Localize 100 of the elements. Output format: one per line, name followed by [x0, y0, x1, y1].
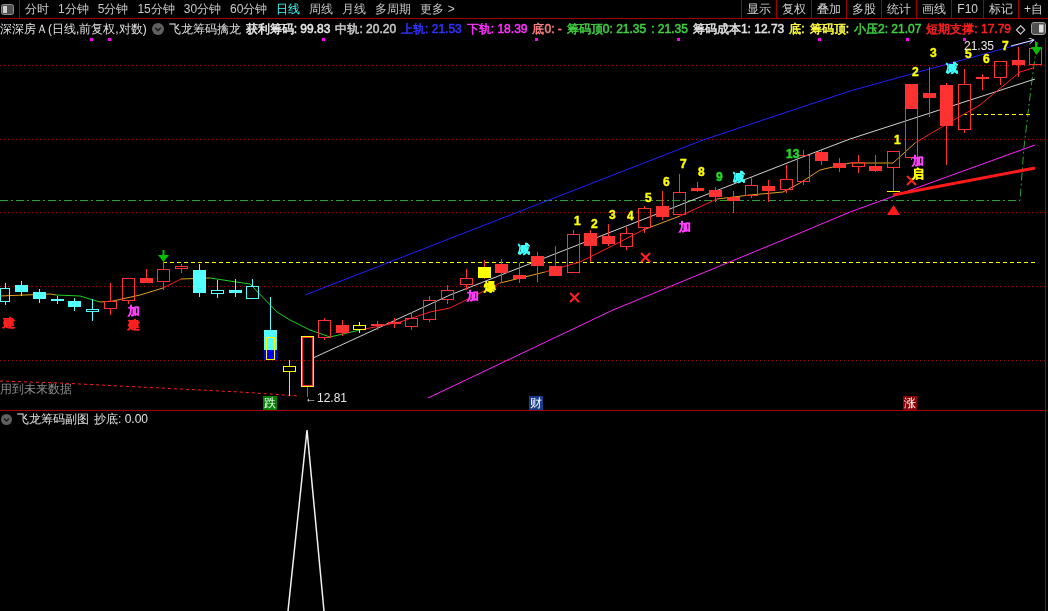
marker-icon — [90, 38, 93, 41]
toolbar-button[interactable]: +自 — [1018, 0, 1048, 18]
period-tab[interactable]: 多周期 — [375, 0, 412, 18]
signal-badge: 涨 — [903, 396, 917, 410]
candle — [353, 321, 366, 334]
candle — [727, 190, 740, 214]
candle — [549, 245, 562, 276]
candle — [460, 268, 473, 291]
panel-icon[interactable] — [1031, 22, 1046, 35]
candle — [388, 317, 401, 329]
indicator-value: 小压2: 21.07 — [853, 21, 922, 36]
toolbar-button[interactable]: F10 — [951, 0, 983, 18]
signal-label: 启 — [912, 168, 924, 181]
candle — [0, 282, 10, 306]
marker-icon — [963, 38, 966, 41]
signal-label: 6 — [983, 53, 990, 66]
signal-label: 加 — [128, 305, 140, 318]
period-tab[interactable]: 30分钟 — [183, 0, 222, 18]
signal-label: 建 — [3, 317, 15, 330]
signal-label: 加 — [679, 221, 691, 234]
candle — [833, 157, 846, 173]
marker-icon — [906, 38, 909, 41]
period-tab[interactable]: 1分钟 — [58, 0, 89, 18]
candle — [336, 319, 349, 337]
indicator-value: 筹码成本1: 12.73 — [692, 21, 785, 36]
signal-label: 3 — [930, 47, 937, 60]
subchart-title: 飞龙筹码副图 — [17, 412, 89, 426]
candle — [495, 258, 508, 284]
candle — [994, 61, 1007, 86]
candle — [33, 288, 46, 304]
candle — [976, 73, 989, 91]
toolbar-button[interactable]: 标记 — [983, 0, 1018, 18]
dropdown-icon[interactable] — [1, 413, 12, 425]
toolbar-button[interactable]: 统计 — [881, 0, 917, 18]
indicator-value: : 21.35 — [651, 21, 688, 36]
indicator-value: 中轨: 20.20 — [335, 21, 397, 36]
candle — [886, 151, 901, 192]
period-tab[interactable]: 60分钟 — [230, 0, 268, 18]
toolbar-button[interactable]: 多股 — [846, 0, 882, 18]
candle — [51, 295, 64, 305]
period-tab[interactable]: 15分钟 — [137, 0, 175, 18]
candle — [246, 278, 259, 299]
signal-label: 5 — [965, 48, 972, 61]
candle — [584, 229, 597, 263]
indicator-value: 底: — [789, 21, 805, 36]
stock-title: 深深房Ａ(日线,前复权,对数) — [0, 21, 147, 36]
candle — [513, 262, 526, 284]
marker-icon — [677, 38, 680, 41]
signal-label: 2 — [591, 218, 598, 231]
candle — [478, 259, 491, 280]
signal-label: 3 — [609, 209, 616, 222]
period-tab[interactable]: 日线 — [276, 0, 301, 18]
toolbar-button[interactable]: 复权 — [776, 0, 812, 18]
period-tab[interactable]: 周线 — [309, 0, 334, 18]
toolbar-button[interactable]: 显示 — [741, 0, 777, 18]
candle — [656, 190, 669, 221]
candle — [68, 297, 81, 312]
indicator-value: 筹码顶0: 21.35 — [566, 21, 647, 36]
candle — [441, 284, 454, 305]
candle — [229, 278, 242, 298]
indicator-value: 上轨: 21.53 — [401, 21, 462, 36]
indicator-value: 底0: - — [532, 21, 562, 36]
price-label: ←12.81 — [305, 392, 348, 404]
triangle-icon — [887, 205, 900, 215]
cross-mark-icon — [569, 292, 580, 303]
indicator-value: 短期支撑: 17.79 — [926, 21, 1012, 36]
signal-label: 1 — [574, 215, 581, 228]
candle — [852, 154, 865, 174]
signal-badge: 跌 — [263, 396, 277, 410]
signal-label: 4 — [627, 210, 634, 223]
period-tab[interactable]: 更多 > — [420, 0, 455, 18]
dashed-line — [962, 114, 1033, 115]
candle — [869, 154, 882, 173]
signal-badge: 财 — [529, 396, 543, 410]
signal-label: 8 — [698, 166, 705, 179]
candle — [531, 251, 544, 283]
period-tab[interactable]: 5分钟 — [97, 0, 129, 18]
toolbar-button[interactable]: 叠加 — [811, 0, 847, 18]
candle — [780, 164, 793, 194]
candle — [567, 229, 580, 273]
indicator-value: ◇ — [1016, 21, 1026, 36]
panel-icon[interactable] — [1, 3, 14, 15]
candle — [15, 280, 28, 297]
leader-arrow — [1010, 38, 1035, 47]
signal-label: 13 — [786, 148, 800, 161]
candle — [691, 181, 704, 193]
signal-label: 减 — [518, 243, 530, 256]
candle — [797, 149, 810, 186]
period-tab[interactable]: 月线 — [342, 0, 367, 18]
candle — [1029, 40, 1042, 65]
signal-label: 5 — [645, 192, 652, 205]
dropdown-icon[interactable] — [151, 22, 164, 35]
indicator-value: 筹码顶: — [809, 21, 849, 36]
cross-mark-icon — [640, 252, 651, 263]
candle — [815, 149, 828, 166]
signal-label: 6 — [663, 176, 670, 189]
toolbar-button[interactable]: 画线 — [916, 0, 952, 18]
candle — [745, 176, 758, 199]
period-tab[interactable]: 分时 — [25, 0, 49, 18]
signal-label: 减 — [946, 62, 958, 75]
